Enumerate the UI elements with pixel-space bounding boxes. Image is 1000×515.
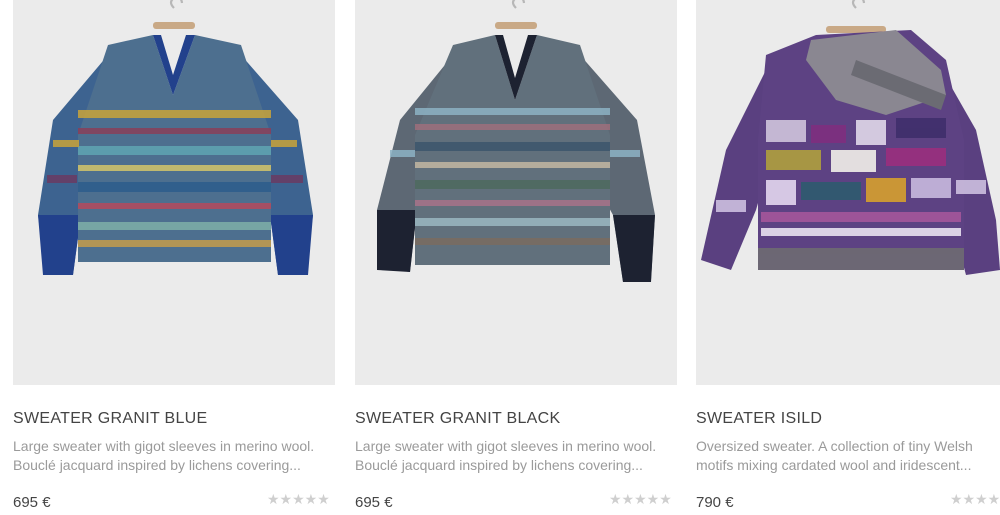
product-title[interactable]: SWEATER GRANIT BLUE — [13, 410, 207, 428]
product-card[interactable]: SWEATER GRANIT BLUE Large sweater with g… — [13, 0, 335, 515]
description-line: Bouclé jacquard inspired by lichens cove… — [13, 457, 301, 473]
product-image[interactable] — [13, 0, 335, 385]
rating-stars: ★★★★★ — [950, 491, 1000, 507]
product-description: Large sweater with gigot sleeves in meri… — [13, 437, 335, 475]
description-line: motifs mixing cardated wool and iridesce… — [696, 457, 972, 473]
product-price: 695 € — [13, 494, 51, 511]
product-card[interactable]: SWEATER GRANIT BLACK Large sweater with … — [355, 0, 677, 515]
product-description: Large sweater with gigot sleeves in meri… — [355, 437, 677, 475]
rating-stars: ★★★★★ — [267, 491, 330, 507]
product-grid: SWEATER GRANIT BLUE Large sweater with g… — [0, 0, 1000, 515]
description-line: Large sweater with gigot sleeves in meri… — [13, 438, 315, 454]
product-card[interactable]: SWEATER ISILD Oversized sweater. A colle… — [696, 0, 1000, 515]
product-image[interactable] — [696, 0, 1000, 385]
product-title[interactable]: SWEATER GRANIT BLACK — [355, 410, 560, 428]
product-price: 695 € — [355, 494, 393, 511]
product-price: 790 € — [696, 494, 734, 511]
description-line: Oversized sweater. A collection of tiny … — [696, 438, 973, 454]
product-title[interactable]: SWEATER ISILD — [696, 410, 822, 428]
product-image[interactable] — [355, 0, 677, 385]
description-line: Large sweater with gigot sleeves in meri… — [355, 438, 657, 454]
product-description: Oversized sweater. A collection of tiny … — [696, 437, 1000, 475]
rating-stars: ★★★★★ — [609, 491, 672, 507]
description-line: Bouclé jacquard inspired by lichens cove… — [355, 457, 643, 473]
